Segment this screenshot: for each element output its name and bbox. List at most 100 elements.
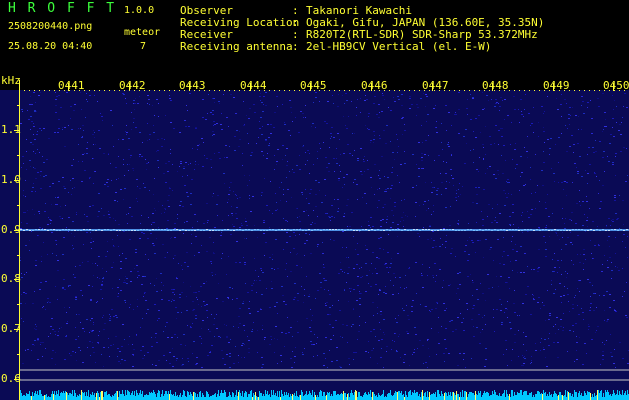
noise-speck	[281, 286, 283, 287]
strip-bar	[311, 395, 312, 400]
noise-speck	[345, 93, 347, 94]
strip-bar	[239, 390, 240, 400]
noise-speck	[537, 302, 539, 303]
strip-bar	[323, 392, 324, 400]
noise-speck	[397, 228, 399, 229]
noise-speck	[99, 278, 100, 279]
strip-bar	[104, 392, 105, 400]
noise-speck	[117, 348, 119, 349]
noise-speck	[473, 162, 474, 163]
noise-speck	[472, 280, 473, 281]
noise-speck	[356, 300, 358, 301]
strip-bar	[607, 390, 608, 400]
noise-speck	[465, 129, 467, 130]
noise-speck	[115, 167, 117, 168]
strip-bar	[222, 393, 223, 400]
noise-speck	[320, 148, 321, 149]
noise-speck	[489, 166, 491, 167]
carrier-speck	[53, 229, 55, 230]
carrier-speck	[281, 229, 283, 230]
noise-speck	[92, 286, 93, 287]
noise-speck	[172, 292, 174, 293]
carrier-speck	[446, 229, 448, 230]
noise-speck	[494, 106, 496, 107]
noise-speck	[282, 295, 284, 296]
strip-bar	[61, 392, 62, 400]
noise-speck	[406, 305, 407, 306]
noise-speck	[232, 224, 233, 225]
noise-speck	[75, 339, 77, 340]
noise-speck	[25, 303, 26, 304]
noise-speck	[566, 277, 567, 278]
noise-speck	[303, 302, 304, 303]
strip-bar	[115, 393, 116, 400]
carrier-speck	[44, 229, 46, 230]
noise-speck	[195, 315, 197, 316]
carrier-speck	[395, 229, 397, 230]
strip-bar	[613, 390, 614, 400]
noise-speck	[384, 99, 385, 100]
strip-bar	[499, 393, 500, 400]
noise-speck	[545, 320, 546, 321]
noise-speck	[333, 103, 334, 104]
noise-speck	[333, 137, 335, 138]
noise-speck	[348, 116, 349, 117]
strip-bar	[582, 396, 583, 400]
noise-speck	[160, 273, 162, 274]
strip-bar	[369, 394, 370, 400]
noise-speck	[547, 194, 548, 195]
noise-speck	[27, 210, 28, 211]
noise-speck	[545, 256, 547, 257]
noise-speck	[596, 176, 597, 177]
noise-speck	[431, 328, 432, 329]
noise-speck	[353, 289, 355, 290]
noise-speck	[295, 117, 296, 118]
noise-speck	[507, 317, 508, 318]
noise-speck	[575, 323, 577, 324]
noise-speck	[344, 290, 345, 291]
noise-speck	[381, 156, 383, 157]
noise-speck	[445, 105, 447, 106]
noise-speck	[342, 95, 343, 96]
noise-speck	[142, 346, 144, 347]
noise-speck	[246, 238, 247, 239]
noise-speck	[617, 218, 619, 219]
noise-speck	[373, 139, 375, 140]
noise-speck	[72, 221, 74, 222]
noise-speck	[513, 224, 514, 225]
strip-bar	[73, 396, 74, 400]
noise-speck	[523, 363, 525, 364]
strip-bar	[502, 394, 503, 400]
noise-speck	[495, 217, 496, 218]
noise-speck	[248, 308, 250, 309]
noise-speck	[293, 299, 295, 300]
noise-speck	[612, 164, 614, 165]
noise-speck	[248, 352, 250, 353]
noise-speck	[441, 194, 442, 195]
carrier-speck	[581, 229, 583, 230]
noise-speck	[374, 96, 376, 97]
strip-bar	[622, 390, 623, 400]
noise-speck	[34, 110, 36, 111]
carrier-speck	[560, 230, 562, 231]
noise-speck	[512, 270, 513, 271]
strip-bar	[158, 390, 159, 400]
noise-speck	[43, 162, 45, 163]
noise-speck	[57, 260, 59, 261]
noise-speck	[101, 285, 103, 286]
strip-bar	[251, 390, 252, 400]
noise-speck	[543, 151, 544, 152]
noise-speck	[463, 353, 465, 354]
noise-speck	[377, 307, 378, 308]
noise-speck	[342, 271, 343, 272]
noise-speck	[34, 139, 36, 140]
strip-bar	[136, 390, 137, 400]
noise-speck	[66, 227, 67, 228]
noise-speck	[55, 105, 57, 106]
noise-speck	[482, 329, 483, 330]
strip-bar	[91, 395, 92, 400]
noise-speck	[141, 284, 143, 285]
noise-speck	[336, 360, 338, 361]
strip-bar	[121, 394, 122, 400]
noise-speck	[247, 336, 248, 337]
